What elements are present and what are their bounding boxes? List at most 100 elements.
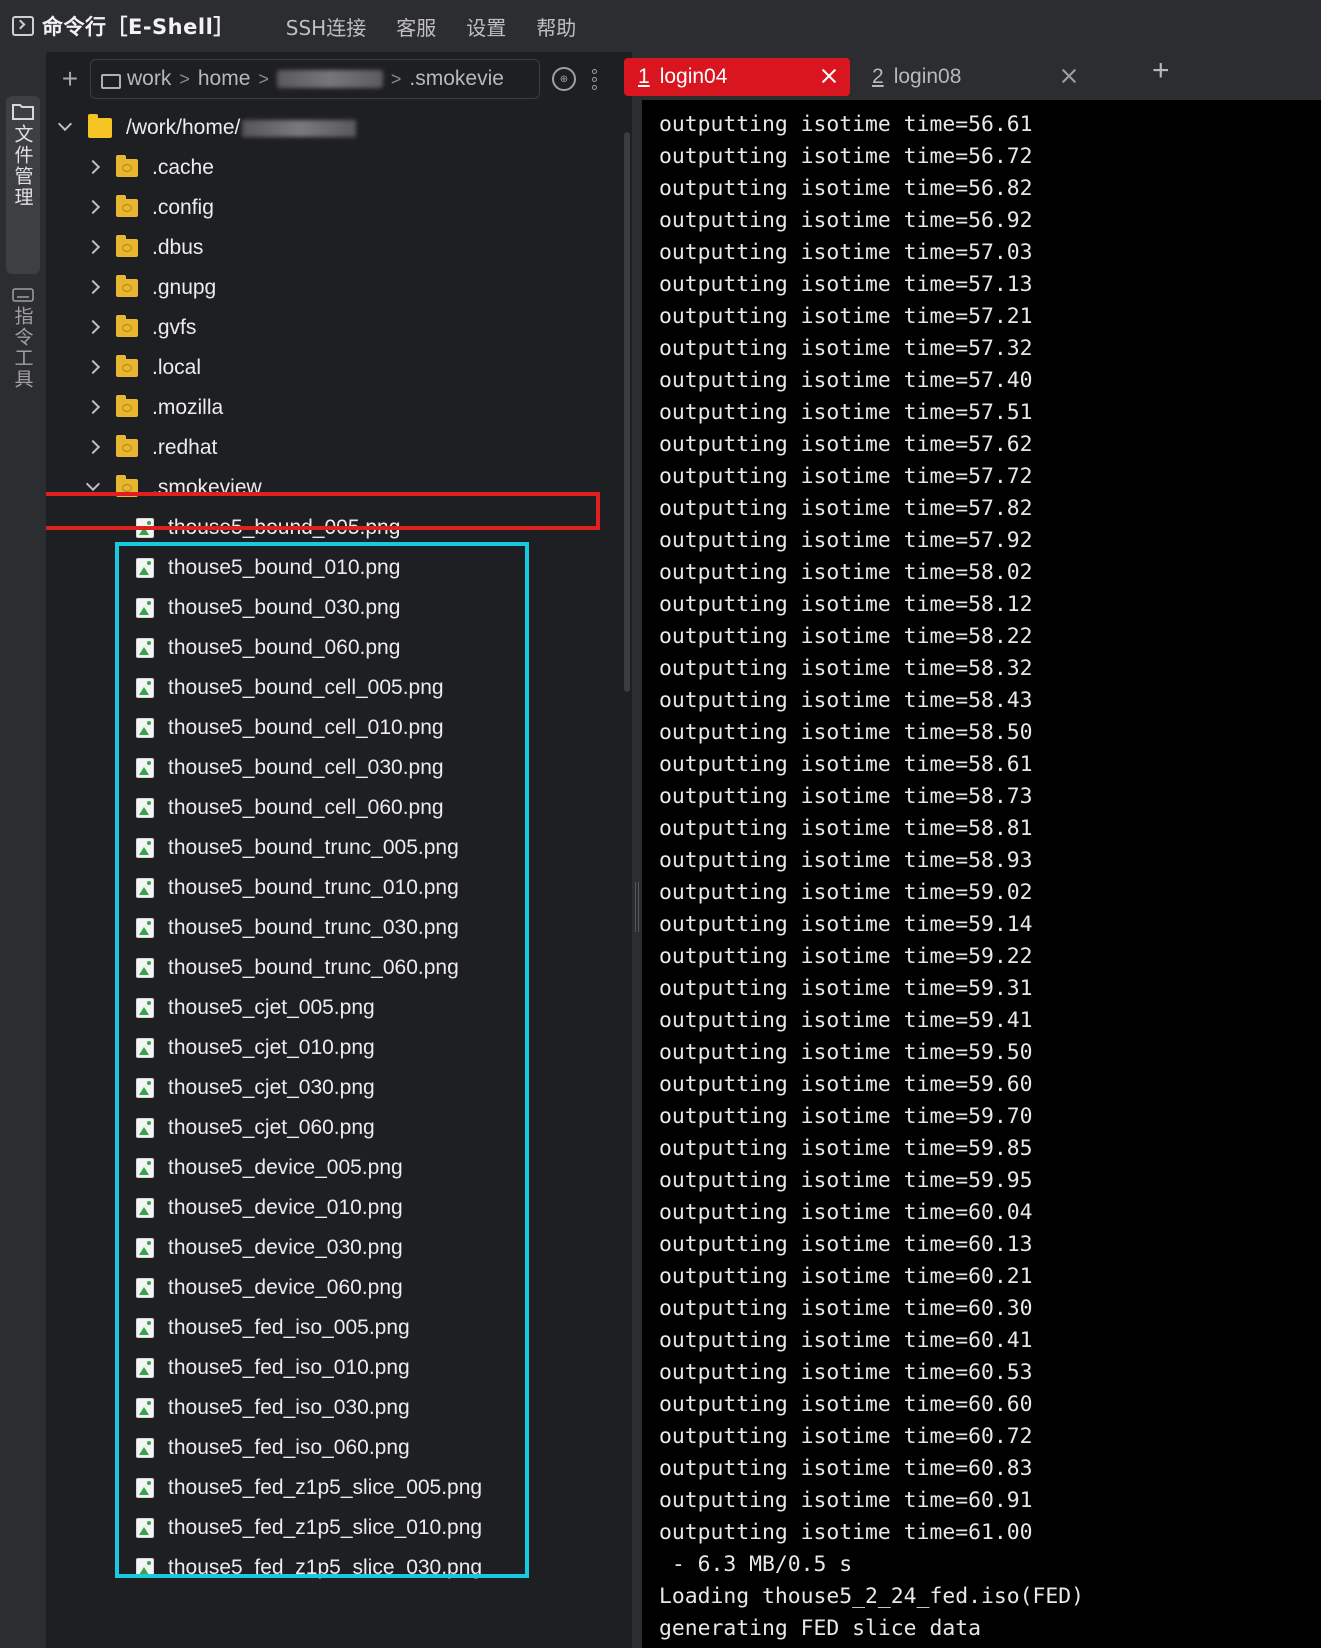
tree-file[interactable]: thouse5_fed_z1p5_slice_005.png (46, 1468, 626, 1508)
more-options-icon[interactable] (592, 68, 597, 90)
tree-file[interactable]: thouse5_bound_trunc_060.png (46, 948, 626, 988)
tree-file[interactable]: thouse5_fed_iso_005.png (46, 1308, 626, 1348)
menu-help[interactable]: 帮助 (536, 12, 576, 41)
tree-folder[interactable]: .dbus (46, 228, 626, 268)
tree-file[interactable]: thouse5_bound_cell_005.png (46, 668, 626, 708)
file-manager-button[interactable]: 文件管理 (6, 96, 40, 274)
panel-splitter[interactable] (632, 52, 642, 1648)
tree-folder[interactable]: .gnupg (46, 268, 626, 308)
chevron-right-icon[interactable] (86, 388, 102, 428)
terminal-line: outputting isotime time=60.72 (659, 1424, 1033, 1449)
tree-root[interactable]: /work/home/ (46, 108, 626, 148)
tree-file[interactable]: thouse5_bound_005.png (46, 508, 626, 548)
image-file-icon (136, 1198, 154, 1218)
image-file-icon (136, 1318, 154, 1338)
menu-support[interactable]: 客服 (396, 12, 436, 41)
chevron-right-icon[interactable] (86, 188, 102, 228)
tree-file[interactable]: thouse5_fed_iso_060.png (46, 1428, 626, 1468)
command-tools-button[interactable]: 指令工具 (6, 282, 40, 412)
tree-folder[interactable]: .mozilla (46, 388, 626, 428)
folder-outline-icon (101, 73, 121, 89)
tree-folder[interactable]: .config (46, 188, 626, 228)
tree-file[interactable]: thouse5_bound_010.png (46, 548, 626, 588)
chevron-down-icon[interactable] (86, 468, 102, 508)
file-manager-label: 文件管理 (11, 124, 34, 208)
tree-folder[interactable]: .redhat (46, 428, 626, 468)
terminal-line: outputting isotime time=59.41 (659, 1008, 1033, 1033)
image-file-icon (136, 1398, 154, 1418)
tree-item-label: /work/home/ (126, 116, 241, 139)
tree-file[interactable]: thouse5_device_030.png (46, 1228, 626, 1268)
breadcrumb-home[interactable]: home (198, 67, 251, 91)
tree-file[interactable]: thouse5_cjet_030.png (46, 1068, 626, 1108)
chevron-right-icon[interactable] (86, 428, 102, 468)
chevron-right-icon[interactable] (86, 348, 102, 388)
image-file-icon (136, 1358, 154, 1378)
explorer-scrollbar[interactable] (624, 132, 630, 692)
terminal-line: outputting isotime time=58.73 (659, 784, 1033, 809)
image-file-icon (136, 1038, 154, 1058)
tree-item-label: thouse5_bound_060.png (168, 636, 401, 659)
terminal-line: outputting isotime time=58.50 (659, 720, 1033, 745)
terminal-line: outputting isotime time=57.21 (659, 304, 1033, 329)
tree-item-label: thouse5_bound_010.png (168, 556, 401, 579)
tree-folder[interactable]: .gvfs (46, 308, 626, 348)
tree-folder[interactable]: .cache (46, 148, 626, 188)
image-file-icon (136, 1518, 154, 1538)
tree-item-label: thouse5_fed_iso_005.png (168, 1316, 410, 1339)
keyboard-icon (12, 288, 34, 302)
image-file-icon (136, 1078, 154, 1098)
tab-login04[interactable]: 1 login04 (624, 58, 850, 96)
close-icon[interactable] (1060, 67, 1078, 85)
breadcrumb-redacted[interactable] (276, 70, 383, 88)
tree-file[interactable]: thouse5_cjet_060.png (46, 1108, 626, 1148)
chevron-right-icon[interactable] (86, 268, 102, 308)
tree-file[interactable]: thouse5_device_060.png (46, 1268, 626, 1308)
breadcrumb-smokeview[interactable]: .smokevie (409, 67, 504, 91)
chevron-right-icon[interactable] (86, 228, 102, 268)
tree-file[interactable]: thouse5_fed_iso_010.png (46, 1348, 626, 1388)
tree-file[interactable]: thouse5_bound_cell_010.png (46, 708, 626, 748)
history-icon[interactable]: ⊕ (552, 67, 576, 91)
tree-item-label: thouse5_cjet_010.png (168, 1036, 375, 1059)
tree-file[interactable]: thouse5_bound_060.png (46, 628, 626, 668)
tree-file[interactable]: thouse5_device_010.png (46, 1188, 626, 1228)
tree-file[interactable]: thouse5_device_005.png (46, 1148, 626, 1188)
terminal-line: outputting isotime time=60.83 (659, 1456, 1033, 1481)
menu-ssh-connect[interactable]: SSH连接 (286, 12, 366, 41)
tree-file[interactable]: thouse5_fed_z1p5_slice_010.png (46, 1508, 626, 1548)
image-file-icon (136, 878, 154, 898)
image-file-icon (136, 1558, 154, 1578)
tree-file[interactable]: thouse5_fed_z1p5_slice_030.png (46, 1548, 626, 1588)
tree-file[interactable]: thouse5_bound_trunc_030.png (46, 908, 626, 948)
breadcrumb-separator: > (179, 68, 190, 89)
image-file-icon (136, 638, 154, 658)
terminal-output[interactable]: outputting isotime time=56.61 outputting … (642, 100, 1321, 1648)
command-tools-label: 指令工具 (11, 306, 34, 390)
tree-file[interactable]: thouse5_fed_iso_030.png (46, 1388, 626, 1428)
add-tab-icon[interactable]: + (1152, 54, 1170, 88)
tree-item-label: .gvfs (152, 316, 197, 339)
folder-icon (12, 104, 34, 120)
tree-folder[interactable]: .local (46, 348, 626, 388)
terminal-tab-bar: 1 login04 2 login08 (624, 52, 1321, 100)
breadcrumb-work[interactable]: work (127, 67, 171, 91)
tree-file[interactable]: thouse5_cjet_005.png (46, 988, 626, 1028)
tree-file[interactable]: thouse5_bound_cell_060.png (46, 788, 626, 828)
tree-folder-smokeview[interactable]: .smokeview (46, 468, 626, 508)
close-icon[interactable] (820, 67, 838, 85)
chevron-right-icon[interactable] (86, 308, 102, 348)
chevron-down-icon[interactable] (58, 108, 74, 148)
menu-settings[interactable]: 设置 (466, 12, 506, 41)
terminal-line: Loading thouse5_2_24_fed.iso(FED) (659, 1584, 1084, 1609)
new-item-button[interactable]: + (50, 63, 90, 95)
tree-file[interactable]: thouse5_cjet_010.png (46, 1028, 626, 1068)
tree-file[interactable]: thouse5_bound_trunc_005.png (46, 828, 626, 868)
tree-file[interactable]: thouse5_bound_cell_030.png (46, 748, 626, 788)
tree-file[interactable]: thouse5_bound_030.png (46, 588, 626, 628)
terminal-line: - 6.3 MB/0.5 s (659, 1552, 853, 1577)
chevron-right-icon[interactable] (86, 148, 102, 188)
tree-file[interactable]: thouse5_bound_trunc_010.png (46, 868, 626, 908)
tree-item-label: thouse5_bound_005.png (168, 516, 401, 539)
tab-login08[interactable]: 2 login08 (858, 58, 1090, 96)
